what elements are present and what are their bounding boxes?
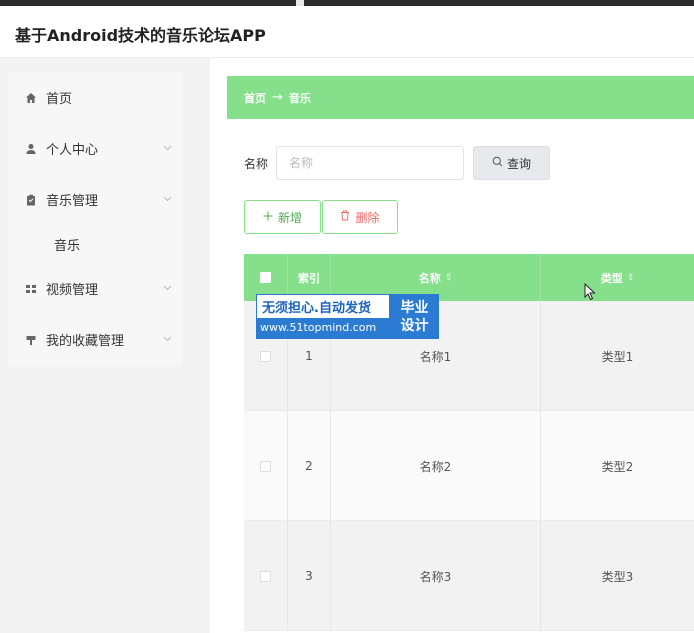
trash-icon	[340, 210, 350, 224]
user-icon	[24, 142, 38, 156]
table-row: 2 名称2 类型2	[244, 411, 694, 521]
table-row: 3 名称3 类型3	[244, 521, 694, 631]
home-icon	[24, 91, 38, 105]
row-name: 名称3	[331, 521, 541, 631]
sidebar-item-music-management[interactable]: 音乐管理	[8, 174, 182, 225]
sidebar-item-label: 我的收藏管理	[46, 334, 125, 349]
sidebar-subitem-music[interactable]: 音乐	[8, 225, 182, 263]
chevron-down-icon	[163, 281, 172, 294]
breadcrumb-separator: →	[272, 90, 283, 105]
search-button[interactable]: 查询	[473, 146, 551, 180]
sidebar-item-label: 首页	[46, 92, 73, 107]
sidebar-item-home[interactable]: 首页	[8, 72, 182, 123]
row-index: 3	[288, 521, 331, 631]
sidebar-item-label: 个人中心	[46, 143, 99, 158]
watermark-badge-line1: 毕业	[400, 299, 429, 316]
breadcrumb-current: 音乐	[288, 91, 311, 105]
app-title: 基于Android技术的音乐论坛APP	[15, 26, 266, 45]
watermark-slogan: 无须担心.自动发货	[262, 300, 371, 316]
sidebar-item-video-management[interactable]: 视频管理	[8, 263, 182, 314]
column-header-type-label: 类型	[600, 271, 623, 285]
main-content: 首页 → 音乐 名称 查询 新增 删除	[210, 58, 694, 633]
row-checkbox[interactable]	[260, 460, 271, 472]
chevron-down-icon	[163, 141, 172, 154]
mouse-cursor-icon	[584, 282, 596, 301]
search-icon	[492, 156, 503, 170]
clipboard-icon	[24, 193, 38, 207]
row-type: 类型1	[601, 349, 634, 364]
add-button[interactable]: 新增	[244, 200, 321, 234]
watermark-text-block: 无须担心.自动发货 www.51topmind.com	[256, 294, 390, 339]
search-bar: 名称 查询	[244, 146, 551, 180]
sort-icon[interactable]: ⇕	[445, 273, 453, 283]
delete-button[interactable]: 删除	[322, 200, 398, 234]
watermark-badge-label: 毕业 设计	[390, 294, 439, 339]
add-button-label: 新增	[277, 210, 302, 225]
chevron-down-icon	[163, 192, 172, 205]
row-type: 类型3	[601, 569, 634, 584]
breadcrumb: 首页 → 音乐	[227, 76, 694, 119]
grid-icon	[24, 282, 38, 296]
watermark-badge: 无须担心.自动发货 www.51topmind.com 毕业 设计	[256, 294, 439, 339]
search-label: 名称	[244, 156, 269, 171]
sidebar: 首页 个人中心 音乐管理 音乐 视频管理 我的收藏管理	[0, 58, 210, 633]
chevron-down-icon	[163, 332, 172, 345]
row-type: 类型2	[601, 459, 634, 474]
row-name: 名称2	[331, 411, 541, 521]
search-button-label: 查询	[507, 156, 532, 171]
sidebar-item-my-favorites-management[interactable]: 我的收藏管理	[8, 314, 182, 365]
app-header: 基于Android技术的音乐论坛APP	[0, 6, 694, 58]
column-header-name-label: 名称	[418, 271, 441, 285]
delete-button-label: 删除	[355, 210, 380, 225]
sidebar-item-label: 音乐管理	[46, 194, 99, 209]
row-select-cell	[244, 521, 288, 631]
search-input[interactable]	[276, 146, 465, 180]
sort-icon[interactable]: ⇕	[627, 273, 635, 283]
sidebar-item-label: 视频管理	[46, 283, 99, 298]
bookmark-icon	[24, 333, 38, 347]
breadcrumb-home-link[interactable]: 首页	[244, 90, 266, 106]
column-header-type[interactable]: 类型 ⇕	[541, 254, 694, 301]
sidebar-menu: 首页 个人中心 音乐管理 音乐 视频管理 我的收藏管理	[8, 72, 182, 365]
action-buttons: 新增 删除	[244, 200, 398, 234]
watermark-badge-line2: 设计	[400, 317, 429, 334]
plus-icon	[263, 210, 273, 224]
row-checkbox[interactable]	[260, 350, 271, 362]
sidebar-item-personal-center[interactable]: 个人中心	[8, 123, 182, 174]
select-all-checkbox[interactable]	[260, 272, 271, 283]
row-checkbox[interactable]	[260, 570, 271, 582]
watermark-url: www.51topmind.com	[257, 317, 389, 338]
row-index: 2	[288, 411, 331, 521]
row-select-cell	[244, 411, 288, 521]
